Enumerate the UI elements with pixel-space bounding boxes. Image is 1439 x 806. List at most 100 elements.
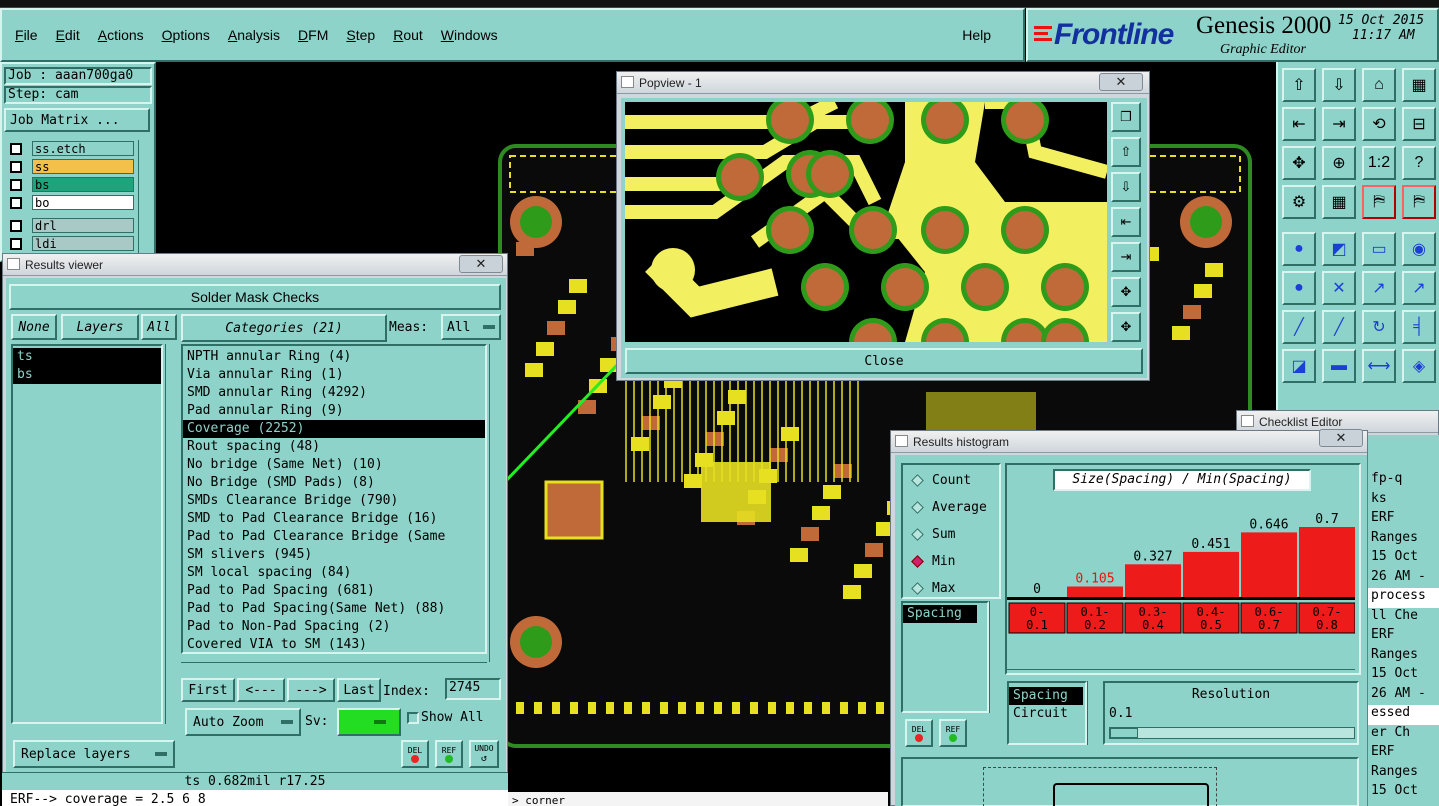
menu-step[interactable]: Step	[346, 27, 375, 43]
signal-icon[interactable]: ⛿	[1362, 185, 1396, 219]
resolution-slider[interactable]	[1109, 727, 1355, 739]
spacing-circuit-item[interactable]: Spacing	[1009, 687, 1083, 705]
checklist-row[interactable]: 15 Oct	[1367, 783, 1439, 803]
category-item[interactable]: SMD to Pad Clearance Bridge (16)	[183, 510, 485, 528]
layer-checkbox[interactable]	[10, 219, 22, 232]
settings-icon[interactable]: ⚙	[1282, 185, 1316, 219]
histogram-hscrollbar[interactable]	[1007, 669, 1355, 679]
checklist-row[interactable]: process	[1367, 588, 1439, 608]
category-item[interactable]: SMDs Clearance Bridge (790)	[183, 492, 485, 510]
category-item[interactable]: Pad to Non-Pad Spacing (2)	[183, 618, 485, 636]
layer-checkbox[interactable]	[10, 196, 22, 209]
category-item[interactable]: No bridge (Same Net) (10)	[183, 456, 485, 474]
index-input[interactable]: 2745	[445, 678, 501, 700]
job-matrix-button[interactable]: Job Matrix ...	[4, 108, 150, 132]
show-all-checkbox[interactable]	[407, 712, 419, 724]
connect-icon[interactable]: ●	[1282, 271, 1316, 305]
help-icon[interactable]: ?	[1402, 146, 1436, 180]
checklist-row[interactable]: Ranges	[1367, 647, 1439, 667]
left-icon[interactable]: ⇤	[1282, 107, 1316, 141]
meas-select[interactable]: All	[441, 314, 501, 340]
option-min[interactable]: Min	[903, 548, 999, 575]
category-item[interactable]: Pad to Pad Spacing(Same Net) (88)	[183, 600, 485, 618]
spacing-list[interactable]: Spacing	[901, 601, 989, 713]
replace-layers-select[interactable]: Replace layers	[13, 740, 175, 768]
option-max[interactable]: Max	[903, 575, 999, 602]
layer-row-ldi[interactable]: ldi	[4, 235, 134, 252]
layer-row-bo[interactable]: bo	[4, 194, 134, 211]
category-item[interactable]: SM local spacing (84)	[183, 564, 485, 582]
layer-row-bs[interactable]: bs	[4, 176, 134, 193]
checklist-row[interactable]: 15 Oct	[1367, 666, 1439, 686]
spacing-circuit-scrollbar[interactable]	[1087, 681, 1101, 745]
move-up-icon[interactable]: ⇧	[1282, 68, 1316, 102]
category-item[interactable]: No Bridge (SMD Pads) (8)	[183, 474, 485, 492]
auto-zoom-select[interactable]: Auto Zoom	[185, 708, 301, 736]
last-button[interactable]: Last	[337, 678, 381, 702]
category-item[interactable]: Coverage (2252)	[183, 420, 485, 438]
layer-row-ss[interactable]: ss	[4, 158, 134, 175]
checklist-row[interactable]: Ranges	[1367, 764, 1439, 784]
cross-icon[interactable]: ✕	[1322, 271, 1356, 305]
option-sum[interactable]: Sum	[903, 521, 999, 548]
layer-list-item[interactable]: bs	[13, 366, 161, 384]
popview-close-button[interactable]: Close	[625, 348, 1143, 374]
layer-checkbox[interactable]	[10, 237, 22, 250]
popview-tool-icon[interactable]: ⇧	[1111, 137, 1141, 167]
grid2-icon[interactable]: ▦	[1322, 185, 1356, 219]
menu-actions[interactable]: Actions	[98, 27, 144, 43]
prev-button[interactable]: <---	[237, 678, 285, 702]
checklist-row[interactable]: ll Che	[1367, 608, 1439, 628]
category-item[interactable]: Pad annular Ring (9)	[183, 402, 485, 420]
popview-close-icon[interactable]: ✕	[1099, 73, 1143, 91]
spacing-circuit-list[interactable]: Spacing Circuit	[1007, 681, 1087, 745]
spacing-circuit-item[interactable]: Circuit	[1009, 705, 1083, 723]
shape-icon[interactable]: ◩	[1322, 232, 1356, 266]
popview-tool-icon[interactable]: ⇥	[1111, 242, 1141, 272]
layer-row-ss.etch[interactable]: ss.etch	[4, 140, 134, 157]
scale-icon[interactable]: 1:2	[1362, 146, 1396, 180]
layers-button[interactable]: Layers	[61, 314, 139, 340]
spacing-list-item[interactable]: Spacing	[903, 605, 977, 623]
all-layers-button[interactable]: All	[141, 314, 177, 340]
menu-file[interactable]: File	[15, 27, 38, 43]
menu-windows[interactable]: Windows	[441, 27, 498, 43]
split-icon[interactable]: ╡	[1402, 310, 1436, 344]
menu-rout[interactable]: Rout	[393, 27, 423, 43]
del-button[interactable]: DEL	[401, 740, 429, 768]
line2-icon[interactable]: ↗	[1402, 271, 1436, 305]
popview-tool-icon[interactable]: ✥	[1111, 312, 1141, 342]
category-item[interactable]: Via annular Ring (1)	[183, 366, 485, 384]
panel-icon[interactable]: ⊟	[1402, 107, 1436, 141]
categories-button[interactable]: Categories (21)	[181, 314, 387, 342]
results-viewer-close-icon[interactable]: ✕	[459, 255, 503, 273]
menu-analysis[interactable]: Analysis	[228, 27, 280, 43]
pad-icon[interactable]: ●	[1282, 232, 1316, 266]
line-icon[interactable]: ↗	[1362, 271, 1396, 305]
checklist-row[interactable]: er Ch	[1367, 725, 1439, 745]
checklist-row[interactable]: ERF	[1367, 627, 1439, 647]
layer-checkbox[interactable]	[10, 160, 22, 173]
none-button[interactable]: None	[11, 314, 57, 340]
menu-help[interactable]: Help	[962, 27, 991, 43]
layer-list-scrollbar[interactable]	[165, 344, 179, 724]
first-button[interactable]: First	[181, 678, 235, 702]
right-icon[interactable]: ⇥	[1322, 107, 1356, 141]
measure-icon[interactable]: ⟷	[1362, 349, 1396, 383]
checklist-row[interactable]: essed	[1367, 705, 1439, 725]
grid-icon[interactable]: ▦	[1402, 68, 1436, 102]
popview-tool-icon[interactable]: ⇤	[1111, 207, 1141, 237]
checklist-row[interactable]: 26 AM -	[1367, 569, 1439, 589]
slash2-icon[interactable]: ╱	[1322, 310, 1356, 344]
category-item[interactable]: Pad to Pad Clearance Bridge (Same	[183, 528, 485, 546]
popview-canvas[interactable]	[625, 102, 1107, 342]
category-list-scrollbar[interactable]	[489, 344, 503, 662]
category-list[interactable]: NPTH annular Ring (4) Via annular Ring (1…	[181, 344, 487, 654]
bar-icon[interactable]: ▬	[1322, 349, 1356, 383]
fit-icon[interactable]: ✥	[1282, 146, 1316, 180]
popview-tool-icon[interactable]: ❐	[1111, 102, 1141, 132]
layer-scrollbar[interactable]	[138, 140, 152, 260]
menu-dfm[interactable]: DFM	[298, 27, 328, 43]
box-icon[interactable]: ◪	[1282, 349, 1316, 383]
hist-del-button[interactable]: DEL	[905, 719, 933, 747]
